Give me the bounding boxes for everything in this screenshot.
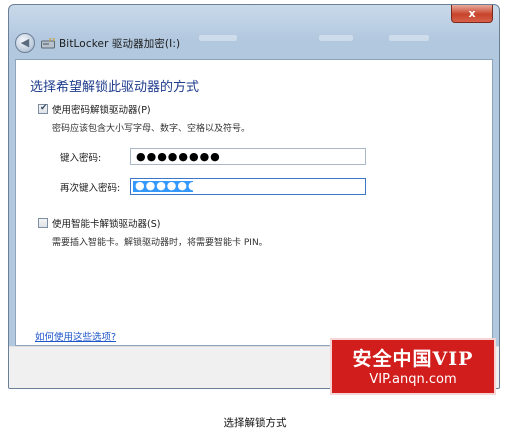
- back-arrow-icon: ◀: [20, 36, 30, 49]
- site-watermark: 安全中国VIP VIP.anqn.com: [330, 338, 496, 395]
- checkmark-icon: ✔: [40, 103, 48, 113]
- close-button[interactable]: x: [451, 5, 493, 23]
- title-bar: ◀ BitLocker 驱动器加密(I:): [9, 25, 499, 59]
- reenter-password-value: ●●●●●●●●: [135, 179, 220, 192]
- password-checkbox[interactable]: ✔: [38, 103, 48, 114]
- reenter-password-field[interactable]: ●●●●●●●●: [130, 178, 366, 195]
- enter-password-value: ●●●●●●●●: [136, 150, 221, 163]
- close-icon: x: [468, 7, 476, 20]
- bitlocker-drive-icon: [41, 38, 55, 49]
- password-hint: 密码应该包含大小写字母、数字、空格以及符号。: [52, 124, 251, 134]
- enter-password-label: 键入密码:: [60, 153, 102, 164]
- image-caption: 选择解锁方式: [223, 417, 287, 429]
- background-ghost: [389, 35, 429, 41]
- back-button[interactable]: ◀: [15, 33, 35, 53]
- smartcard-option-label[interactable]: 使用智能卡解锁驱动器(S): [52, 216, 160, 230]
- help-link[interactable]: 如何使用这些选项?: [35, 329, 116, 343]
- watermark-main: 安全中国VIP: [352, 348, 474, 370]
- smartcard-hint: 需要插入智能卡。解锁驱动器时，将需要智能卡 PIN。: [52, 238, 268, 248]
- page-heading: 选择希望解锁此驱动器的方式: [30, 80, 200, 95]
- enter-password-field[interactable]: ●●●●●●●●: [130, 148, 366, 165]
- reenter-password-label: 再次键入密码:: [60, 183, 121, 194]
- smartcard-checkbox[interactable]: [38, 218, 48, 228]
- text-selection: ●●●●●●●●: [133, 179, 219, 192]
- background-ghost: [319, 35, 353, 41]
- dialog-content: 选择希望解锁此驱动器的方式 ✔ 使用密码解锁驱动器(P) 密码应该包含大小写字母…: [15, 59, 493, 346]
- bitlocker-window: x ◀ BitLocker 驱动器加密(I:) 选择希望解锁此驱动器的方式 ✔ …: [8, 4, 500, 389]
- window-title: BitLocker 驱动器加密(I:): [59, 38, 181, 50]
- watermark-sub: VIP.anqn.com: [369, 372, 457, 387]
- password-option-label[interactable]: 使用密码解锁驱动器(P): [52, 102, 151, 116]
- background-ghost: [199, 35, 237, 41]
